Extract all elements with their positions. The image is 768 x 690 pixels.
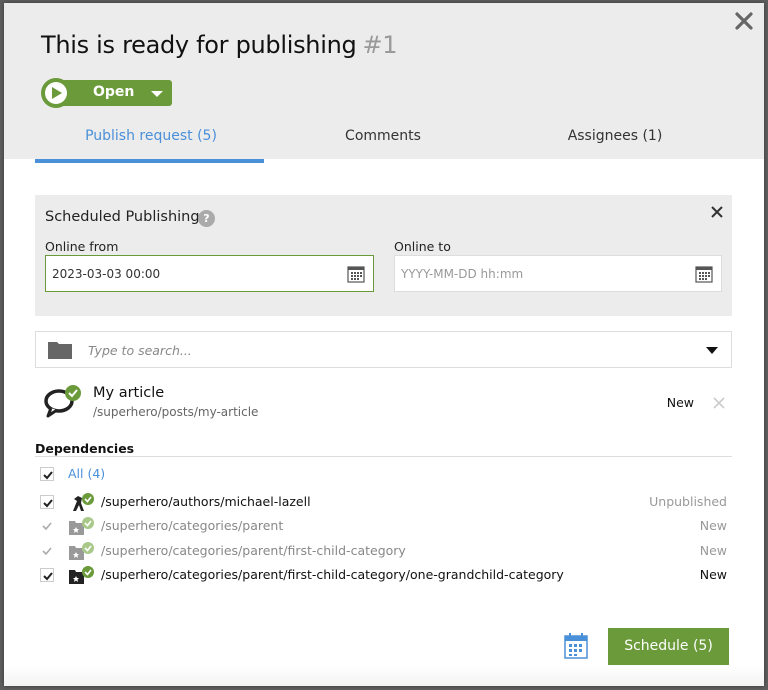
- online-from-value: 2023-03-03 00:00: [52, 267, 161, 281]
- select-all-link[interactable]: All (4): [68, 466, 105, 481]
- online-from-input[interactable]: 2023-03-03 00:00: [45, 255, 374, 292]
- dependency-checkbox-disabled: [40, 544, 54, 558]
- dependency-path: /superhero/categories/parent/first-child…: [101, 567, 564, 582]
- tab-assignees[interactable]: Assignees (1): [499, 119, 731, 159]
- scheduled-publishing-panel: Scheduled Publishing ? Online from 2023-…: [35, 195, 732, 316]
- schedule-button[interactable]: Schedule (5): [608, 628, 729, 665]
- dependency-status: New: [699, 518, 727, 533]
- dialog-header: This is ready for publishing #1 Open Publ…: [4, 3, 764, 163]
- search-input[interactable]: Type to search...: [35, 331, 732, 368]
- chevron-down-icon: [151, 91, 163, 97]
- close-icon[interactable]: [732, 9, 756, 33]
- category-icon: [69, 542, 94, 560]
- category-icon: [69, 566, 94, 584]
- item-path: /superhero/posts/my-article: [93, 405, 259, 419]
- item-status: New: [666, 395, 694, 410]
- select-all-checkbox[interactable]: [40, 467, 54, 481]
- play-icon: [41, 78, 71, 108]
- dependencies-all-row: All (4): [35, 463, 732, 485]
- category-icon: [69, 517, 94, 535]
- dropdown-caret-icon[interactable]: [706, 347, 718, 354]
- dialog-title: This is ready for publishing #1: [41, 31, 398, 59]
- dependency-status: New: [699, 543, 727, 558]
- dependencies-title: Dependencies: [35, 441, 135, 456]
- publish-item: My article /superhero/posts/my-article N…: [35, 381, 732, 425]
- folder-icon: [48, 342, 72, 359]
- dependency-row: /superhero/categories/parent New: [35, 515, 732, 537]
- dependency-path: /superhero/categories/parent: [101, 518, 284, 533]
- dependency-checkbox[interactable]: [40, 568, 54, 582]
- title-text: This is ready for publishing: [41, 31, 357, 59]
- online-to-placeholder: YYYY-MM-DD hh:mm: [401, 267, 524, 281]
- help-icon[interactable]: ?: [198, 210, 215, 227]
- dependency-status: Unpublished: [649, 494, 727, 509]
- article-comment-icon: [44, 385, 81, 418]
- item-name: My article: [93, 385, 165, 401]
- divider: [35, 456, 732, 457]
- online-from-label: Online from: [45, 239, 119, 254]
- dependency-path: /superhero/categories/parent/first-child…: [101, 543, 406, 558]
- dependency-row: /superhero/categories/parent/first-child…: [35, 540, 732, 562]
- footer-background: [4, 666, 764, 686]
- close-scheduled-icon[interactable]: [710, 205, 724, 219]
- dependency-path: /superhero/authors/michael-lazell: [101, 494, 311, 509]
- request-number: #1: [362, 31, 398, 59]
- calendar-icon[interactable]: [347, 265, 365, 283]
- online-to-label: Online to: [394, 239, 451, 254]
- author-icon: [73, 493, 94, 511]
- status-dropdown-button[interactable]: Open: [41, 78, 172, 108]
- remove-item-icon[interactable]: [712, 396, 726, 410]
- online-to-input[interactable]: YYYY-MM-DD hh:mm: [394, 255, 722, 292]
- tab-publish-request[interactable]: Publish request (5): [35, 119, 267, 163]
- dependency-row: /superhero/authors/michael-lazell Unpubl…: [35, 491, 732, 513]
- dependency-status: New: [699, 567, 727, 582]
- dependency-checkbox-disabled: [40, 519, 54, 533]
- search-placeholder: Type to search...: [88, 343, 192, 358]
- scheduled-publishing-title: Scheduled Publishing: [45, 209, 200, 225]
- dependency-row: /superhero/categories/parent/first-child…: [35, 564, 732, 586]
- publish-request-dialog: This is ready for publishing #1 Open Publ…: [4, 3, 764, 686]
- calendar-icon[interactable]: [695, 265, 713, 283]
- tab-bar: Publish request (5) Comments Assignees (…: [35, 119, 732, 163]
- status-label: Open: [93, 84, 135, 100]
- calendar-icon[interactable]: [564, 633, 588, 659]
- dependency-checkbox[interactable]: [40, 495, 54, 509]
- tab-comments[interactable]: Comments: [267, 119, 499, 159]
